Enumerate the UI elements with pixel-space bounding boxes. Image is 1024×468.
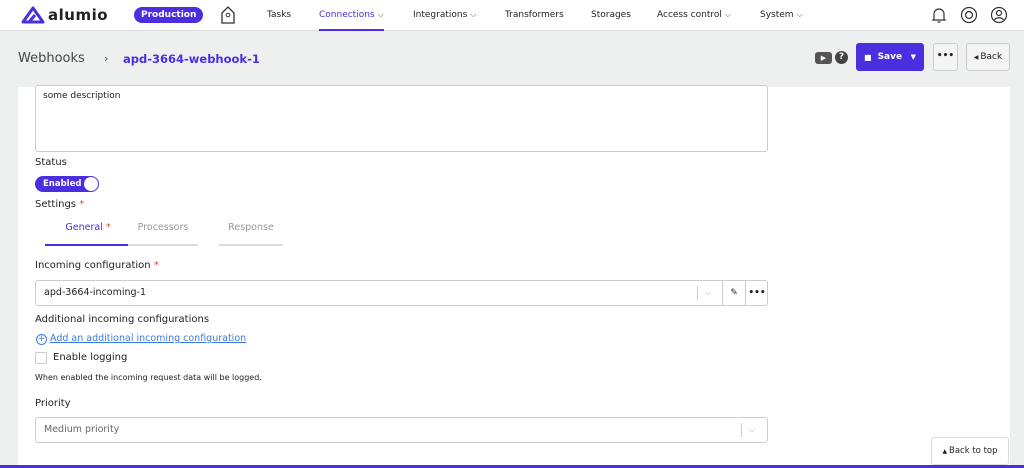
home-icon[interactable] xyxy=(220,5,236,29)
plus-circle-icon: + xyxy=(36,334,47,345)
divider xyxy=(697,286,698,300)
add-incoming-config-link[interactable]: + Add an additional incoming configuratio… xyxy=(36,333,246,345)
divider xyxy=(741,423,742,437)
tab-label: Processors xyxy=(137,222,189,233)
bell-icon[interactable] xyxy=(931,6,947,28)
nav-label: Connections xyxy=(319,10,375,20)
chevron-down-icon: ⌵ xyxy=(724,10,731,19)
description-textarea[interactable]: some description xyxy=(35,85,768,152)
incoming-text: Incoming configuration xyxy=(35,260,151,271)
nav-integrations[interactable]: Integrations ⌵ xyxy=(413,0,476,31)
page-title: apd-3664-webhook-1 xyxy=(123,52,260,66)
back-button[interactable]: ◀ Back xyxy=(966,43,1010,71)
environment-badge[interactable]: Production xyxy=(134,7,204,23)
settings-label: Settings * xyxy=(35,199,84,210)
enable-logging-checkbox[interactable] xyxy=(35,352,47,364)
nav-connections[interactable]: Connections ⌵ xyxy=(319,0,384,31)
tab-general[interactable]: General * xyxy=(45,222,131,246)
save-button[interactable]: ■ Save ▼ xyxy=(856,43,924,71)
required-marker: * xyxy=(79,199,85,210)
additional-config-label: Additional incoming configurations xyxy=(35,314,210,325)
tab-processors[interactable]: Processors xyxy=(128,222,198,246)
select-value: apd-3664-incoming-1 xyxy=(44,287,147,298)
nav-storages[interactable]: Storages xyxy=(591,0,631,31)
nav-label: Tasks xyxy=(267,10,292,20)
chevron-down-icon[interactable]: ⌵ xyxy=(749,418,755,442)
back-label: Back xyxy=(980,52,1003,62)
priority-label: Priority xyxy=(35,398,71,409)
required-marker: * xyxy=(105,222,111,233)
nav-access-control[interactable]: Access control ⌵ xyxy=(657,0,731,31)
help-icon[interactable]: ? xyxy=(835,51,848,64)
support-icon[interactable] xyxy=(960,6,978,28)
select-value: Medium priority xyxy=(44,424,120,435)
nav-label: Access control xyxy=(657,10,722,20)
back-to-top-label: Back to top xyxy=(949,446,998,456)
nav-label: Storages xyxy=(591,10,631,20)
nav-label: Transformers xyxy=(505,10,564,20)
status-label: Status xyxy=(35,157,67,168)
priority-select[interactable]: Medium priority ⌵ xyxy=(35,417,768,443)
link-label: Add an additional incoming configuration xyxy=(50,333,247,344)
tab-label: Response xyxy=(228,222,274,233)
enable-logging-label[interactable]: Enable logging xyxy=(53,352,127,363)
incoming-config-label: Incoming configuration * xyxy=(35,260,159,271)
settings-text: Settings xyxy=(35,199,77,210)
alumio-logo[interactable]: alumio xyxy=(21,6,108,24)
tab-response[interactable]: Response xyxy=(219,222,283,246)
nav-transformers[interactable]: Transformers xyxy=(505,0,564,31)
toggle-knob xyxy=(84,177,98,191)
chevron-down-icon: ⌵ xyxy=(377,10,384,19)
logging-help-text: When enabled the incoming request data w… xyxy=(35,373,262,382)
incoming-config-select[interactable]: apd-3664-incoming-1 ⌵ ✎ ••• xyxy=(35,280,768,306)
nav-label: System xyxy=(760,10,794,20)
breadcrumb-parent[interactable]: Webhooks xyxy=(18,51,85,66)
logo-icon xyxy=(21,6,45,24)
caret-down-icon[interactable]: ▼ xyxy=(911,53,916,61)
toggle-label: Enabled xyxy=(43,179,82,189)
video-icon[interactable]: ▶ xyxy=(815,52,832,64)
edit-pencil-icon[interactable]: ✎ xyxy=(722,281,745,305)
nav-system[interactable]: System ⌵ xyxy=(760,0,803,31)
user-icon[interactable] xyxy=(990,6,1008,28)
chevron-down-icon[interactable]: ⌵ xyxy=(705,281,711,305)
breadcrumb-separator: › xyxy=(104,52,109,65)
more-options-button[interactable]: ••• xyxy=(933,43,958,71)
nav-tasks[interactable]: Tasks xyxy=(267,0,291,31)
tab-label: General xyxy=(65,222,103,233)
back-to-top-button[interactable]: ▲ Back to top xyxy=(931,437,1009,465)
save-icon: ■ xyxy=(864,52,872,62)
logo-text: alumio xyxy=(48,6,109,24)
required-marker: * xyxy=(153,260,159,271)
top-nav: alumio Production Tasks Connections ⌵ Int… xyxy=(0,0,1024,31)
chevron-down-icon: ⌵ xyxy=(796,10,803,19)
more-options-button[interactable]: ••• xyxy=(745,281,768,305)
status-toggle[interactable]: Enabled xyxy=(35,176,99,192)
nav-label: Integrations xyxy=(413,10,468,20)
chevron-down-icon: ⌵ xyxy=(470,10,477,19)
save-label: Save xyxy=(877,52,903,62)
